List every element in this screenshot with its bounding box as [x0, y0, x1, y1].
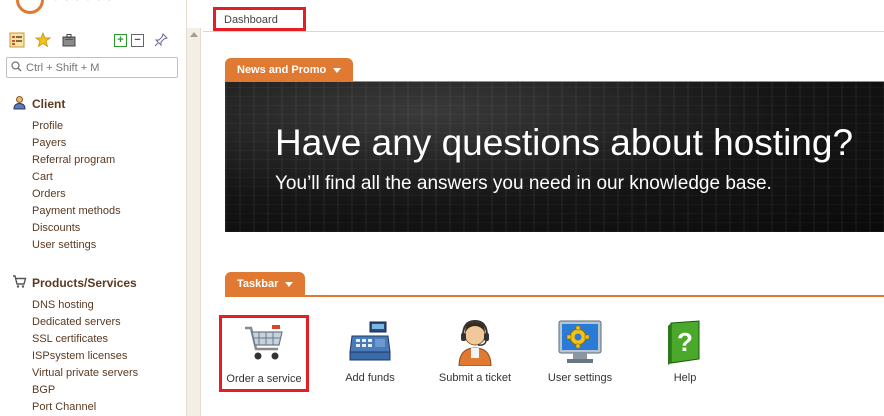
sidebar-item-discounts[interactable]: Discounts — [32, 220, 121, 237]
sidebar-item-ispsystem-licenses[interactable]: ISPsystem licenses — [32, 348, 138, 365]
collapse-all-icon[interactable]: − — [131, 33, 144, 47]
logo-text: · · · · · · — [54, 0, 114, 6]
user-settings-button[interactable]: User settings — [535, 318, 625, 384]
sidebar-toolbar: + − — [8, 30, 178, 50]
sidebar-item-ssl-certificates[interactable]: SSL certificates — [32, 331, 138, 348]
search-icon — [11, 60, 22, 75]
submit-ticket-button[interactable]: Submit a ticket — [430, 318, 520, 384]
sidebar-item-payers[interactable]: Payers — [32, 135, 121, 152]
sidebar-item-bgp[interactable]: BGP — [32, 382, 138, 399]
sidebar-search[interactable] — [6, 57, 178, 78]
collapse-arrow-icon[interactable] — [190, 32, 198, 37]
sidebar-item-dns-hosting[interactable]: DNS hosting — [32, 297, 138, 314]
sidebar-item-payment-methods[interactable]: Payment methods — [32, 203, 121, 220]
sidebar-item-virtual-private-servers[interactable]: Virtual private servers — [32, 365, 138, 382]
promo-banner[interactable]: Have any questions about hosting? You’ll… — [225, 82, 884, 232]
cart-icon — [12, 274, 28, 292]
news-promo-tab[interactable]: News and Promo — [225, 58, 354, 82]
pin-icon[interactable] — [152, 31, 170, 49]
task-label: User settings — [547, 372, 613, 384]
sidebar-item-port-channel[interactable]: Port Channel — [32, 399, 138, 416]
taskbar-tab[interactable]: Taskbar — [225, 272, 306, 296]
help-button[interactable]: ? Help — [640, 318, 730, 384]
sidebar-item-referral-program[interactable]: Referral program — [32, 152, 121, 169]
add-funds-button[interactable]: Add funds — [325, 318, 415, 384]
task-label: Help — [673, 372, 697, 384]
tab-dashboard[interactable]: Dashboard — [213, 7, 306, 31]
chevron-down-icon — [333, 67, 342, 73]
banner-title: Have any questions about hosting? — [275, 122, 854, 163]
section-title: Client — [32, 97, 66, 111]
taskbar-label: Taskbar — [237, 278, 279, 290]
sidebar-item-user-settings[interactable]: User settings — [32, 237, 121, 254]
logo — [16, 0, 44, 14]
section-menu: Profile Payers Referral program Cart Ord… — [32, 118, 121, 254]
help-book-icon: ? — [640, 318, 730, 366]
chevron-down-icon — [285, 281, 294, 287]
section-menu: DNS hosting Dedicated servers SSL certif… — [32, 297, 138, 416]
cash-register-icon — [325, 318, 415, 366]
sidebar-item-orders[interactable]: Orders — [32, 186, 121, 203]
task-label: Submit a ticket — [438, 372, 512, 384]
shopping-cart-icon — [222, 319, 306, 367]
search-input[interactable] — [26, 61, 166, 74]
section-header[interactable]: Client — [12, 96, 121, 112]
support-agent-icon — [430, 318, 520, 366]
tree-view-icon[interactable] — [8, 31, 26, 49]
task-label: Add funds — [345, 372, 395, 384]
section-header[interactable]: Products/Services — [12, 275, 138, 291]
briefcase-icon[interactable] — [60, 31, 78, 49]
sidebar-splitter[interactable] — [187, 28, 201, 416]
order-service-button[interactable]: Order a service — [219, 315, 309, 392]
sidebar-item-profile[interactable]: Profile — [32, 118, 121, 135]
section-products-services: Products/Services DNS hosting Dedicated … — [12, 275, 138, 416]
section-client: Client Profile Payers Referral program C… — [12, 96, 121, 254]
banner-subtitle: You’ll find all the answers you need in … — [275, 173, 772, 194]
sidebar-item-dedicated-servers[interactable]: Dedicated servers — [32, 314, 138, 331]
news-promo-label: News and Promo — [237, 64, 327, 76]
task-label: Order a service — [226, 373, 302, 385]
star-icon[interactable] — [34, 31, 52, 49]
sidebar: · · · · · · + − Ctrl + Shift + M Client … — [0, 0, 187, 416]
question-mark-icon: ? — [677, 327, 693, 357]
client-icon — [12, 95, 28, 113]
sidebar-item-cart[interactable]: Cart — [32, 169, 121, 186]
section-title: Products/Services — [32, 276, 137, 290]
expand-all-icon[interactable]: + — [114, 33, 127, 47]
app-root: · · · · · · + − Ctrl + Shift + M Client … — [0, 0, 884, 416]
monitor-gear-icon — [535, 318, 625, 366]
panel-divider — [225, 295, 884, 297]
